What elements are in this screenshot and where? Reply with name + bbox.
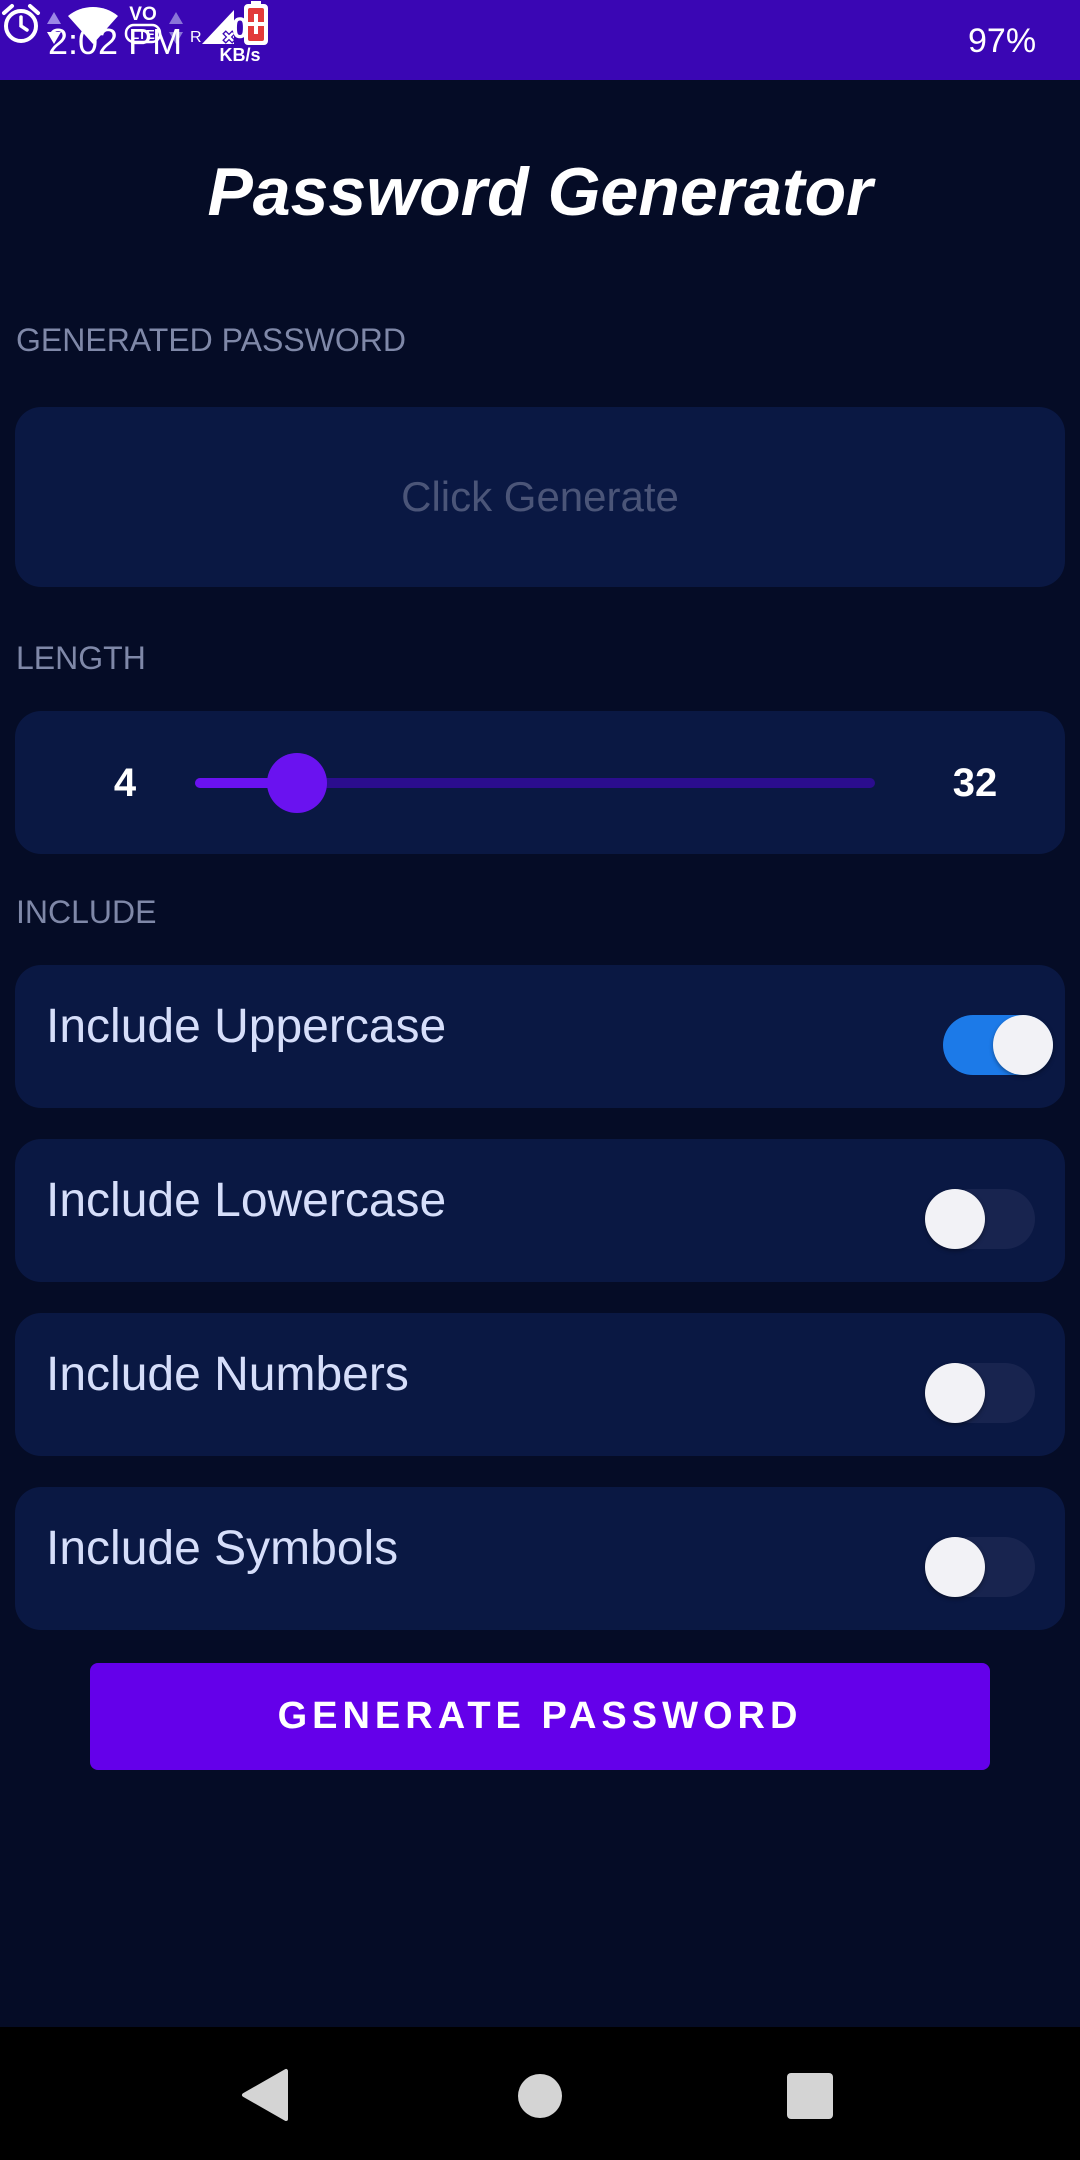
option-uppercase-label: Include Uppercase — [46, 1000, 447, 1053]
password-display[interactable]: Click Generate — [15, 407, 1065, 587]
status-bar: 2:02 PM 0 KB/s VO LTE R 97% — [0, 0, 1080, 80]
lowercase-switch[interactable] — [925, 1189, 1035, 1249]
back-icon[interactable] — [240, 2067, 290, 2123]
switch-knob — [925, 1189, 985, 1249]
recents-icon[interactable] — [786, 2072, 834, 2120]
generate-password-button[interactable]: GENERATE PASSWORD — [90, 1663, 990, 1770]
length-card: 4 32 — [15, 711, 1065, 854]
symbols-switch[interactable] — [925, 1537, 1035, 1597]
option-symbols[interactable]: Include Symbols — [15, 1487, 1065, 1630]
switch-knob — [925, 1537, 985, 1597]
navigation-bar — [0, 2027, 1080, 2160]
network-speed-unit: KB/s — [219, 45, 261, 65]
option-uppercase[interactable]: Include Uppercase — [15, 965, 1065, 1108]
password-placeholder: Click Generate — [401, 473, 679, 520]
switch-knob — [925, 1363, 985, 1423]
length-max-value: 32 — [952, 761, 998, 805]
home-icon[interactable] — [517, 2073, 563, 2119]
battery-percent: 97% — [968, 22, 1037, 60]
network-speed: 0 KB/s — [210, 12, 270, 65]
length-label: LENGTH — [16, 640, 146, 676]
option-numbers[interactable]: Include Numbers — [15, 1313, 1065, 1456]
length-min-value: 4 — [113, 761, 137, 805]
network-speed-value: 0 — [231, 12, 249, 45]
option-lowercase-label: Include Lowercase — [46, 1174, 447, 1227]
alarm-icon — [2, 4, 40, 43]
length-slider-thumb[interactable] — [267, 753, 327, 813]
option-lowercase[interactable]: Include Lowercase — [15, 1139, 1065, 1282]
svg-text:R: R — [190, 29, 202, 46]
length-slider[interactable] — [195, 753, 875, 813]
switch-knob — [993, 1015, 1053, 1075]
option-numbers-label: Include Numbers — [46, 1348, 409, 1401]
generated-password-label: GENERATED PASSWORD — [16, 322, 406, 358]
status-time: 2:02 PM — [48, 21, 183, 62]
option-symbols-label: Include Symbols — [46, 1522, 399, 1575]
include-label: INCLUDE — [16, 894, 157, 930]
page-title: Password Generator — [207, 154, 873, 230]
uppercase-switch[interactable] — [943, 1015, 1053, 1075]
numbers-switch[interactable] — [925, 1363, 1035, 1423]
